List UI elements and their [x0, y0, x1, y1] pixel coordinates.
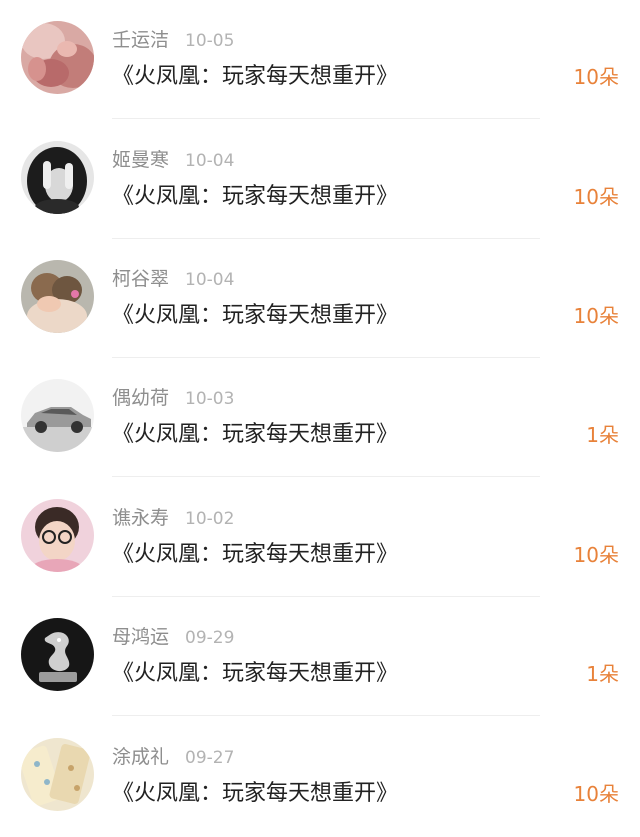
gift-count: 10朵: [573, 782, 619, 806]
user-name[interactable]: 涂成礼: [112, 746, 169, 768]
gift-date: 09-29: [185, 628, 235, 648]
girl-glasses-photo-avatar[interactable]: [21, 499, 94, 572]
fabric-photo-avatar[interactable]: [21, 738, 94, 811]
gift-date: 10-04: [185, 151, 235, 171]
user-name[interactable]: 壬运洁: [112, 29, 169, 51]
book-title[interactable]: 《火凤凰：玩家每天想重开》: [112, 299, 398, 333]
user-name[interactable]: 谯永寿: [112, 507, 169, 529]
gift-count: 10朵: [573, 543, 619, 567]
car-photo-avatar[interactable]: [21, 379, 94, 452]
gift-count: 1朵: [586, 423, 619, 447]
row-divider: [112, 715, 540, 716]
row-divider: [112, 118, 540, 119]
list-item[interactable]: 偶幼荷 10-03 《火凤凰：玩家每天想重开》 1朵: [0, 358, 640, 478]
gift-date: 10-04: [185, 270, 235, 290]
gift-count: 1朵: [586, 662, 619, 686]
row-meta: 涂成礼 09-27: [112, 743, 234, 771]
dragon-statue-photo-avatar[interactable]: [21, 618, 94, 691]
book-title[interactable]: 《火凤凰：玩家每天想重开》: [112, 657, 398, 691]
list-item[interactable]: 姬曼寒 10-04 《火凤凰：玩家每天想重开》 10朵: [0, 120, 640, 240]
gift-count: 10朵: [573, 185, 619, 209]
kids-hug-photo-avatar[interactable]: [21, 260, 94, 333]
user-name[interactable]: 柯谷翠: [112, 268, 169, 290]
user-name[interactable]: 母鸿运: [112, 626, 169, 648]
gift-date: 09-27: [185, 748, 235, 768]
book-title[interactable]: 《火凤凰：玩家每天想重开》: [112, 180, 398, 214]
row-meta: 母鸿运 09-29: [112, 623, 234, 651]
book-title[interactable]: 《火凤凰：玩家每天想重开》: [112, 60, 398, 94]
user-name[interactable]: 偶幼荷: [112, 387, 169, 409]
baby-photo-avatar[interactable]: [21, 21, 94, 94]
list-item[interactable]: 涂成礼 09-27 《火凤凰：玩家每天想重开》 10朵: [0, 717, 640, 837]
row-meta: 柯谷翠 10-04: [112, 265, 234, 293]
book-title[interactable]: 《火凤凰：玩家每天想重开》: [112, 418, 398, 452]
list-item[interactable]: 柯谷翠 10-04 《火凤凰：玩家每天想重开》 10朵: [0, 239, 640, 359]
bw-girl-photo-avatar[interactable]: [21, 141, 94, 214]
row-divider: [112, 476, 540, 477]
list-item[interactable]: 壬运洁 10-05 《火凤凰：玩家每天想重开》 10朵: [0, 0, 640, 120]
row-meta: 壬运洁 10-05: [112, 26, 234, 54]
gift-list: 壬运洁 10-05 《火凤凰：玩家每天想重开》 10朵 姬曼寒 10-04 《火凤凰…: [0, 0, 640, 830]
row-meta: 姬曼寒 10-04: [112, 146, 234, 174]
list-item[interactable]: 母鸿运 09-29 《火凤凰：玩家每天想重开》 1朵: [0, 597, 640, 717]
book-title[interactable]: 《火凤凰：玩家每天想重开》: [112, 538, 398, 572]
row-meta: 偶幼荷 10-03: [112, 384, 234, 412]
list-item[interactable]: 谯永寿 10-02 《火凤凰：玩家每天想重开》 10朵: [0, 478, 640, 598]
user-name[interactable]: 姬曼寒: [112, 149, 169, 171]
gift-count: 10朵: [573, 304, 619, 328]
gift-date: 10-02: [185, 509, 235, 529]
gift-date: 10-03: [185, 389, 235, 409]
row-meta: 谯永寿 10-02: [112, 504, 234, 532]
book-title[interactable]: 《火凤凰：玩家每天想重开》: [112, 777, 398, 811]
gift-date: 10-05: [185, 31, 235, 51]
gift-count: 10朵: [573, 65, 619, 89]
